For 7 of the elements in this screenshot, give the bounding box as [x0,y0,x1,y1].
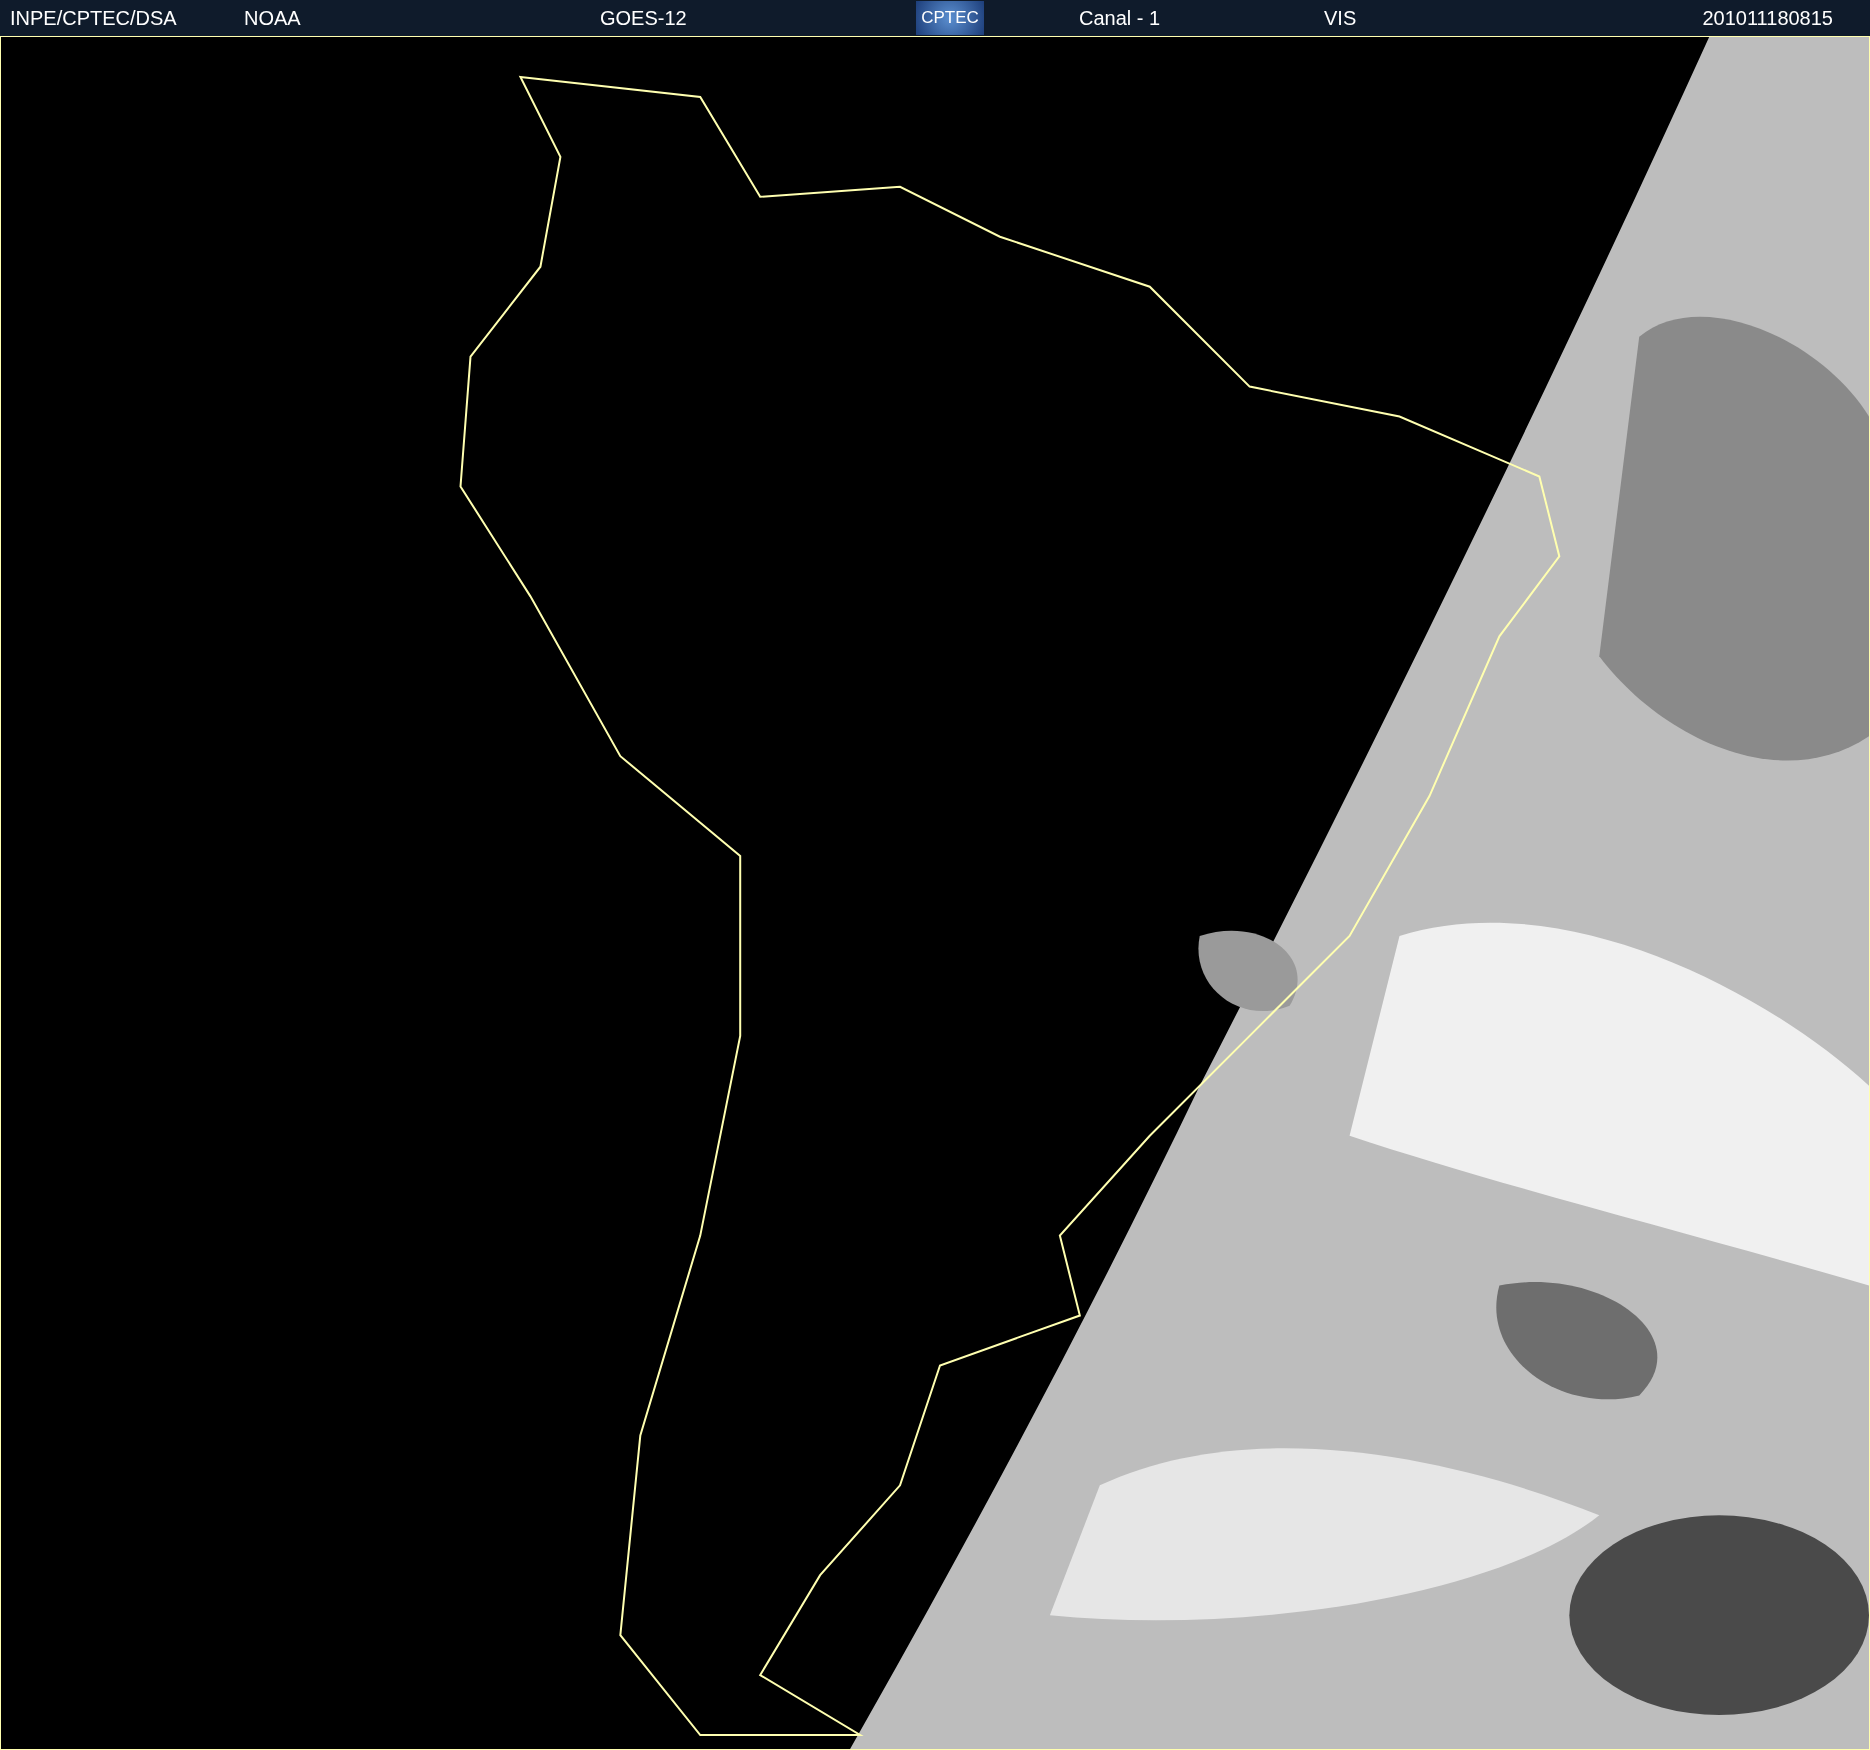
satellite-label: GOES-12 [600,6,688,30]
band-label: VIS [1324,6,1358,30]
agency-label: NOAA [244,6,302,30]
logo: CPTEC [916,1,984,35]
source-label: INPE/CPTEC/DSA [10,6,178,30]
timestamp: 201011180815 [1702,6,1833,30]
channel-label: Canal - 1 [1079,6,1162,30]
